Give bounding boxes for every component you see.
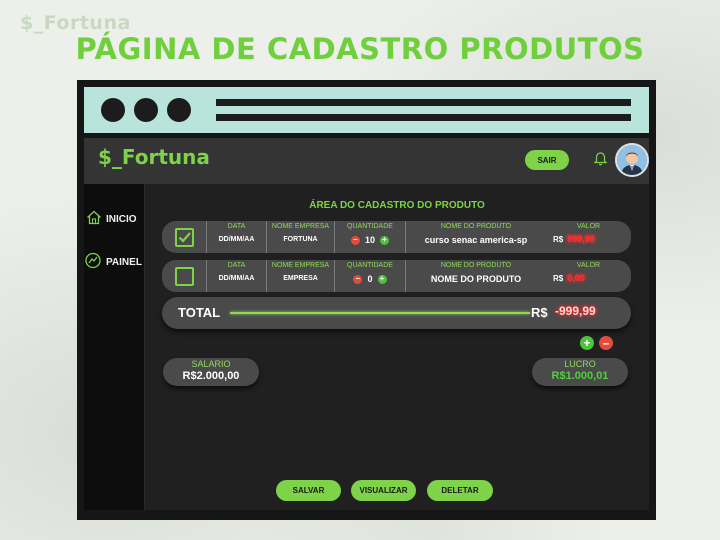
- product-name-label: NOME DO PRODUTO: [440, 223, 512, 230]
- browser-bar: [84, 87, 649, 133]
- company-value: EMPRESA: [283, 275, 318, 282]
- sidebar-item-label: PAINEL: [106, 256, 142, 268]
- add-row-icon[interactable]: +: [580, 336, 594, 350]
- total-bar: TOTAL R$ -999,99: [162, 297, 631, 329]
- logout-button[interactable]: SAIR: [525, 150, 569, 170]
- company-label: NOME EMPRESA: [271, 223, 330, 230]
- view-button[interactable]: VISUALIZAR: [351, 480, 416, 501]
- quantity-value: 0: [367, 274, 373, 284]
- product-name-value: NOME DO PRODUTO: [430, 274, 522, 284]
- total-currency: R$: [531, 305, 548, 320]
- bell-icon[interactable]: [593, 152, 608, 171]
- minus-icon[interactable]: –: [353, 274, 363, 284]
- date-label: DATA: [227, 223, 246, 230]
- product-name-value: curso senac america-sp: [424, 235, 528, 245]
- row-checkbox[interactable]: [175, 228, 194, 247]
- remove-row-icon[interactable]: –: [599, 336, 613, 350]
- salary-value: R$2.000,00: [182, 370, 240, 382]
- total-value: -999,99: [555, 304, 596, 318]
- sidebar: INICIO PAINEL: [84, 184, 145, 510]
- product-name-cell[interactable]: NOME DO PRODUTO NOME DO PRODUTO: [405, 260, 546, 292]
- product-row: DATA DD/MM/AA NOME EMPRESA FORTUNA QUANT…: [162, 221, 631, 253]
- sidebar-item-inicio[interactable]: INICIO: [86, 210, 137, 228]
- plus-icon[interactable]: +: [380, 235, 389, 245]
- date-cell[interactable]: DATA DD/MM/AA: [206, 221, 266, 253]
- quantity-cell: QUANTIDADE – 10 +: [334, 221, 405, 253]
- quantity-label: QUANTIDADE: [347, 223, 393, 230]
- window-dot-2: [134, 98, 158, 122]
- top-brand-logo: $_Fortuna: [20, 12, 131, 34]
- plus-icon[interactable]: +: [377, 274, 387, 284]
- company-cell[interactable]: NOME EMPRESA EMPRESA: [266, 260, 334, 292]
- profit-box: LUCRO R$1.000,01: [532, 358, 628, 386]
- total-label: TOTAL: [178, 305, 221, 320]
- salary-label: SALARIO: [191, 359, 231, 369]
- minus-icon[interactable]: –: [350, 235, 360, 245]
- row-checkbox[interactable]: [175, 267, 194, 286]
- product-name-label: NOME DO PRODUTO: [440, 262, 512, 269]
- window-dot-1: [101, 98, 125, 122]
- value-label: VALOR: [576, 223, 601, 230]
- product-row: DATA DD/MM/AA NOME EMPRESA EMPRESA QUANT…: [162, 260, 631, 292]
- value-cell[interactable]: VALOR R$ 999,99: [546, 221, 631, 253]
- date-value: DD/MM/AA: [218, 275, 255, 282]
- save-button[interactable]: SALVAR: [276, 480, 341, 501]
- section-title: ÁREA DO CADASTRO DO PRODUTO: [309, 200, 485, 211]
- value-amount: 999,99: [567, 234, 595, 244]
- value-label: VALOR: [576, 262, 601, 269]
- page-title: PÁGINA DE CADASTRO PRODUTOS: [75, 32, 645, 66]
- date-value: DD/MM/AA: [218, 236, 255, 243]
- main-content: ÁREA DO CADASTRO DO PRODUTO DATA DD/MM/A…: [145, 184, 649, 510]
- company-cell[interactable]: NOME EMPRESA FORTUNA: [266, 221, 334, 253]
- delete-button[interactable]: DELETAR: [427, 480, 493, 501]
- quantity-value: 10: [364, 235, 375, 245]
- profit-value: R$1.000,01: [551, 370, 609, 382]
- sidebar-item-label: INICIO: [106, 213, 137, 225]
- date-label: DATA: [227, 262, 246, 269]
- app-mockup-frame: $_Fortuna SAIR INICIO PAINEL ÁREA DO CAD…: [77, 80, 656, 520]
- address-line-2: [216, 114, 631, 121]
- currency-symbol: R$: [553, 273, 564, 283]
- quantity-label: QUANTIDADE: [347, 262, 393, 269]
- product-name-cell[interactable]: NOME DO PRODUTO curso senac america-sp: [405, 221, 546, 253]
- company-label: NOME EMPRESA: [271, 262, 330, 269]
- total-divider-line: [230, 312, 530, 314]
- company-value: FORTUNA: [283, 236, 318, 243]
- home-icon: [86, 210, 102, 228]
- quantity-cell: QUANTIDADE – 0 +: [334, 260, 405, 292]
- address-line-1: [216, 99, 631, 106]
- profit-label: LUCRO: [564, 359, 596, 369]
- sidebar-item-painel[interactable]: PAINEL: [84, 252, 142, 272]
- salary-box: SALARIO R$2.000,00: [163, 358, 259, 386]
- value-amount: 0,00: [567, 273, 585, 283]
- user-avatar[interactable]: [615, 143, 649, 177]
- value-cell[interactable]: VALOR R$ 0,00: [546, 260, 631, 292]
- app-logo: $_Fortuna: [98, 145, 210, 169]
- window-dot-3: [167, 98, 191, 122]
- panel-icon: [84, 252, 102, 272]
- app-header: $_Fortuna SAIR: [84, 138, 649, 184]
- date-cell[interactable]: DATA DD/MM/AA: [206, 260, 266, 292]
- currency-symbol: R$: [553, 234, 564, 244]
